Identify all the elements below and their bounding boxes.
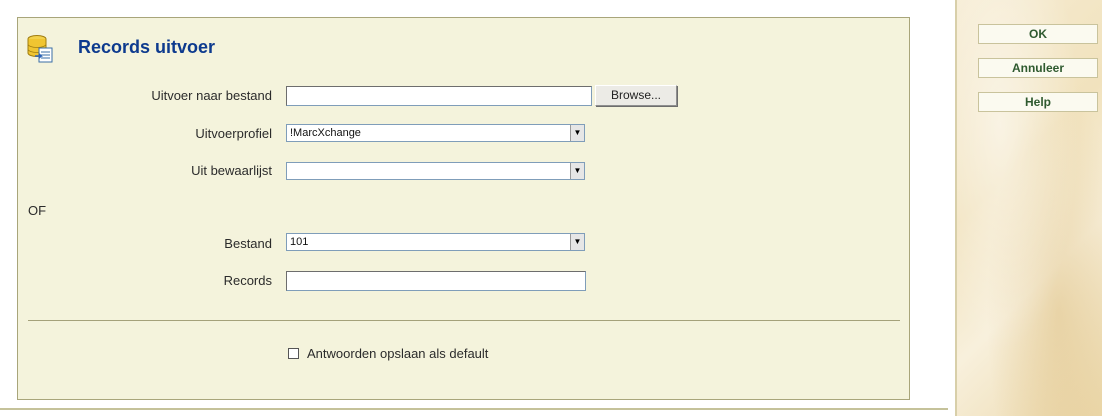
help-button[interactable]: Help xyxy=(978,92,1098,112)
file-select[interactable]: 101 ▼ xyxy=(286,233,585,251)
ok-button[interactable]: OK xyxy=(978,24,1098,44)
divider xyxy=(28,320,900,321)
savelist-select[interactable]: ▼ xyxy=(286,162,585,180)
chevron-down-icon[interactable]: ▼ xyxy=(570,163,584,179)
file-select-value: 101 xyxy=(290,236,309,248)
footer-divider xyxy=(0,408,948,410)
profile-select-value: !MarcXchange xyxy=(290,127,361,139)
profile-label: Uitvoerprofiel xyxy=(195,126,272,141)
or-label: OF xyxy=(28,203,47,218)
cancel-button[interactable]: Annuleer xyxy=(978,58,1098,78)
side-button-panel: OK Annuleer Help xyxy=(955,0,1102,416)
profile-select[interactable]: !MarcXchange ▼ xyxy=(286,124,585,142)
records-export-panel: Records uitvoer xyxy=(17,17,910,400)
savelist-label: Uit bewaarlijst xyxy=(191,163,272,178)
records-label: Records xyxy=(223,273,272,288)
browse-button[interactable]: Browse... xyxy=(595,85,677,106)
database-export-icon xyxy=(26,34,54,64)
page-title: Records uitvoer xyxy=(78,37,216,57)
save-default-row[interactable]: Antwoorden opslaan als default xyxy=(288,346,488,361)
chevron-down-icon[interactable]: ▼ xyxy=(570,234,584,250)
chevron-down-icon[interactable]: ▼ xyxy=(570,125,584,141)
file-label: Bestand xyxy=(224,236,272,251)
output-file-input[interactable] xyxy=(286,86,592,106)
records-input[interactable] xyxy=(286,271,586,291)
save-default-label: Antwoorden opslaan als default xyxy=(307,346,489,361)
save-default-checkbox[interactable] xyxy=(288,348,299,359)
output-file-label: Uitvoer naar bestand xyxy=(151,88,272,103)
